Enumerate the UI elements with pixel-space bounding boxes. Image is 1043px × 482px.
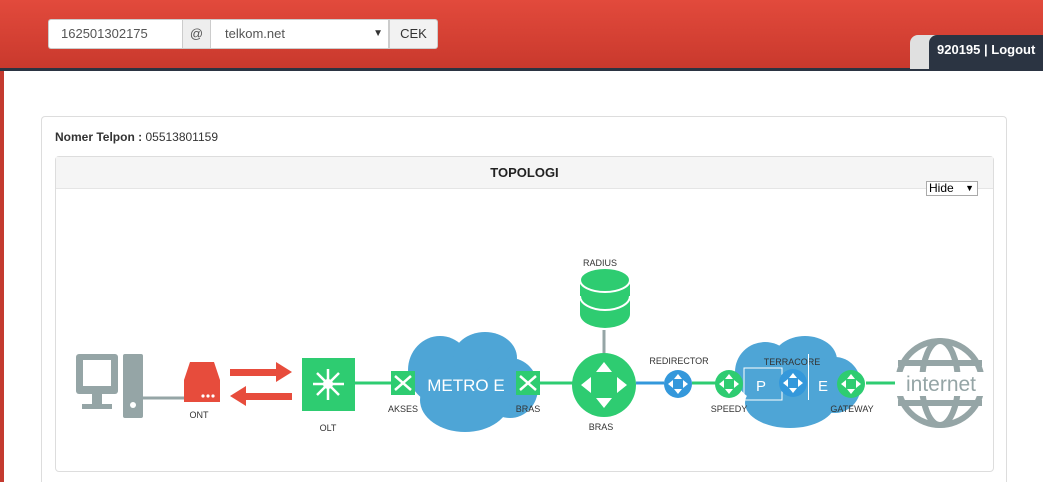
phone-info: Nomer Telpon : 05513801159 [55,130,218,144]
user-separator: | [980,42,992,57]
olt-icon [302,358,355,411]
e-box-edge [808,354,809,400]
ont-icon [184,362,220,402]
number-input[interactable]: 162501302175 [48,19,182,49]
phone-value: 05513801159 [145,130,218,144]
user-tab: 920195 | Logout [929,35,1043,69]
radius-label: RADIUS [583,258,617,268]
terracore-label: TERRACORE [764,357,821,367]
database-icon [579,267,631,328]
speedy-router-icon [715,370,743,398]
bras-router-icon [572,353,636,417]
redirector-label: REDIRECTOR [649,356,709,366]
gateway-router-icon [837,370,865,398]
olt-label: OLT [320,423,337,433]
at-addon: @ [182,19,211,49]
ont-label: ONT [190,410,210,420]
user-id: 920195 [937,42,981,57]
metro-e-label: METRO E [427,376,504,395]
gateway-label: GATEWAY [830,404,873,414]
p-label: P [756,378,766,395]
bidirectional-arrows-icon [230,362,292,406]
internet-label: internet [906,373,976,396]
phone-label: Nomer Telpon : [55,130,143,144]
akses-switch-icon [391,371,415,395]
redirector-router-icon [664,370,692,398]
cek-button[interactable]: CEK [389,19,438,49]
chevron-down-icon: ▼ [373,28,383,39]
e-label: E [818,378,828,395]
domain-select-value: telkom.net [225,26,285,41]
bras-switch-icon [516,371,540,395]
akses-label: AKSES [388,404,418,414]
topology-title: TOPOLOGI [56,157,993,189]
logout-link[interactable]: Logout [991,42,1035,57]
domain-select[interactable]: telkom.net ▼ [211,19,389,49]
header-divider [0,68,1043,71]
bras-label: BRAS [589,422,614,432]
left-accent-bar [0,71,4,482]
speedy-label: SPEEDY [711,404,748,414]
topology-diagram: ONT OLT METRO E AKSES BRAS RADIUS BRAS R… [76,258,987,433]
computer-icon [76,354,143,418]
bras-switch-label: BRAS [516,404,541,414]
core-router-icon [779,369,807,397]
